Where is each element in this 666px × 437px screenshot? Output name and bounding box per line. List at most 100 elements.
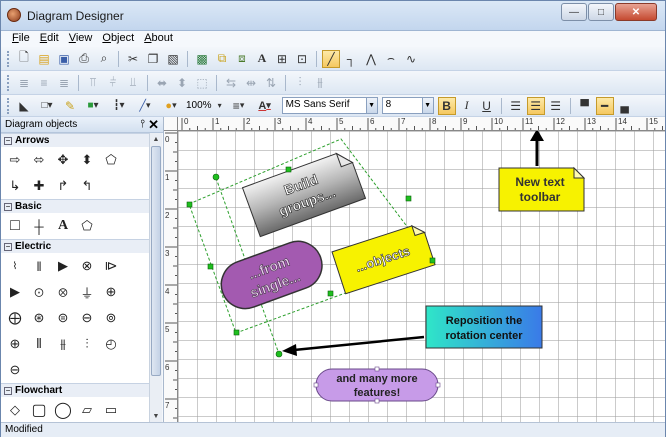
connector-tool-icon[interactable]: ┐ <box>342 50 360 68</box>
group-icon[interactable]: ⧉ <box>213 50 231 68</box>
double-arrow-shape[interactable]: ⬄ <box>28 149 50 171</box>
paste-icon[interactable]: ▧ <box>164 50 182 68</box>
right-arrow-shape[interactable]: ⇨ <box>4 149 26 171</box>
meter-shape[interactable]: ◴ <box>100 333 122 355</box>
diagram-canvas[interactable]: Build groups... ...from single... ...obj… <box>178 131 665 422</box>
category-arrows[interactable]: − Arrows <box>1 133 149 147</box>
scroll-up-icon[interactable]: ▲ <box>150 133 162 145</box>
zoom-dropdown-icon[interactable]: ▾ <box>215 97 225 115</box>
category-electric[interactable]: − Electric <box>1 239 149 253</box>
font-name-select[interactable]: MS Sans Serif ▼ <box>281 97 378 114</box>
arc-tool-icon[interactable]: ⌢ <box>382 50 400 68</box>
polygon-shape[interactable]: ⬠ <box>76 215 98 237</box>
new-text-toolbar-callout[interactable]: New text toolbar <box>498 166 586 212</box>
font-color-dropdown[interactable]: A ▾ <box>253 97 277 115</box>
same-height-icon[interactable]: ⬍ <box>173 74 191 92</box>
print-icon[interactable]: ⎙ <box>75 50 93 68</box>
relay-shape[interactable]: ⫶ <box>76 333 98 355</box>
text-valign-top-icon[interactable]: ▀ <box>576 97 594 115</box>
menu-view[interactable]: View <box>64 31 98 47</box>
chevron-down-icon[interactable]: ▼ <box>365 98 377 113</box>
insert-table-icon[interactable]: ⊞ <box>273 50 291 68</box>
fuse-shape[interactable]: ⊖ <box>4 359 26 381</box>
motor-shape[interactable]: ⊖ <box>76 307 98 329</box>
category-basic[interactable]: − Basic <box>1 199 149 213</box>
voltage-source-shape[interactable]: ⨁ <box>4 307 26 329</box>
collapse-icon[interactable]: − <box>4 202 12 211</box>
ground-shape[interactable]: ⏚ <box>76 281 98 303</box>
decision-shape[interactable]: ◇ <box>4 399 26 421</box>
toolbar-grip[interactable] <box>7 97 10 114</box>
process-shape[interactable]: ▢ <box>28 399 50 421</box>
current-source-shape[interactable]: ⊕ <box>100 281 122 303</box>
align-center-icon[interactable]: ≡ <box>35 74 53 92</box>
line-style-dropdown[interactable]: ┇▾ <box>107 97 131 115</box>
terminator-shape[interactable]: ◯ <box>52 399 74 421</box>
insert-text-icon[interactable]: A <box>253 50 271 68</box>
ungroup-icon[interactable]: ⧈ <box>233 50 251 68</box>
capacitor-shape[interactable]: ‖ <box>28 255 50 277</box>
line-tool-icon[interactable]: ╱ <box>322 49 340 68</box>
variable-inductor-shape[interactable]: ⨂ <box>52 281 74 303</box>
align-bottom-icon[interactable]: ⫫ <box>124 74 142 92</box>
transformer-shape[interactable]: ⫴ <box>28 333 50 355</box>
font-size-select[interactable]: 8 ▼ <box>381 97 434 114</box>
menu-about[interactable]: About <box>139 31 178 47</box>
lamp-shape[interactable]: ⊗ <box>76 255 98 277</box>
pen-icon[interactable]: ✎ <box>61 97 79 115</box>
switch-shape[interactable]: ▶ <box>4 281 26 303</box>
category-flowchart[interactable]: − Flowchart <box>1 383 149 397</box>
inductor-shape[interactable]: ⨀ <box>28 281 50 303</box>
save-icon[interactable]: ▣ <box>55 50 73 68</box>
zoom-level[interactable]: 100% <box>186 100 212 111</box>
transformer-core-shape[interactable]: ⫵ <box>52 333 74 355</box>
rotation-center-handle[interactable] <box>275 350 283 358</box>
toolbar-grip[interactable] <box>7 74 10 91</box>
chevron-down-icon[interactable]: ▼ <box>421 98 433 113</box>
polyline-tool-icon[interactable]: ⋀ <box>362 50 380 68</box>
zener-diode-shape[interactable]: ⧐ <box>100 255 122 277</box>
text-valign-bottom-icon[interactable]: ▄ <box>616 97 634 115</box>
text-valign-middle-icon[interactable]: ━ <box>595 96 614 115</box>
align-middle-icon[interactable]: ⫩ <box>104 74 122 92</box>
many-more-features-shape[interactable]: and many more features! <box>313 366 441 404</box>
distribute-vertical-icon[interactable]: ⫵ <box>311 74 329 92</box>
menu-object[interactable]: Object <box>97 31 139 47</box>
from-single-shape[interactable]: ...from single... <box>215 235 329 316</box>
callout-arrow-shape[interactable]: ↳ <box>4 175 26 197</box>
transistor-shape[interactable]: ⊕ <box>4 333 26 355</box>
data-shape[interactable]: ▱ <box>76 399 98 421</box>
same-width-icon[interactable]: ⬌ <box>153 74 171 92</box>
collapse-icon[interactable]: − <box>4 386 12 395</box>
align-left-icon[interactable]: ≣ <box>15 74 33 92</box>
print-preview-icon[interactable]: ⌕ <box>95 50 113 68</box>
fill-style-dropdown[interactable]: □▾ <box>35 97 59 115</box>
objects-shape[interactable]: ...objects <box>331 223 436 295</box>
triple-arrow-shape[interactable]: ⬍ <box>76 149 98 171</box>
italic-button[interactable]: I <box>458 97 476 115</box>
build-groups-shape[interactable]: Build groups... <box>241 149 367 238</box>
align-top-icon[interactable]: ⫪ <box>84 74 102 92</box>
bold-button[interactable]: B <box>437 96 456 115</box>
up-bent-arrow-shape[interactable]: ↰ <box>76 175 98 197</box>
new-file-icon[interactable]: 🗋 <box>15 50 33 68</box>
space-horizontal-icon[interactable]: ⇆ <box>222 74 240 92</box>
toolbar-grip[interactable] <box>7 50 10 67</box>
pin-icon[interactable]: ⫯ <box>140 118 145 131</box>
collapse-icon[interactable]: − <box>4 242 12 251</box>
insert-picture-icon[interactable]: ▩ <box>193 50 211 68</box>
close-icon[interactable]: ✕ <box>148 117 159 133</box>
same-size-icon[interactable]: ⬚ <box>193 74 211 92</box>
insert-grid-icon[interactable]: ⊡ <box>293 50 311 68</box>
quad-arrow-shape[interactable]: ✥ <box>52 149 74 171</box>
distribute-icon[interactable]: ⫶ <box>291 74 309 92</box>
line-color-dropdown[interactable]: ■ ▾ <box>81 97 105 115</box>
menu-file[interactable]: File <box>7 31 35 47</box>
scroll-thumb[interactable] <box>151 146 161 376</box>
align-right-icon[interactable]: ≣ <box>55 74 73 92</box>
copy-icon[interactable]: ❐ <box>144 50 162 68</box>
pentagon-arrow-shape[interactable]: ⬠ <box>100 149 122 171</box>
collapse-icon[interactable]: − <box>4 136 12 145</box>
rotation-handle[interactable] <box>212 173 220 181</box>
scroll-down-icon[interactable]: ▼ <box>150 410 162 422</box>
